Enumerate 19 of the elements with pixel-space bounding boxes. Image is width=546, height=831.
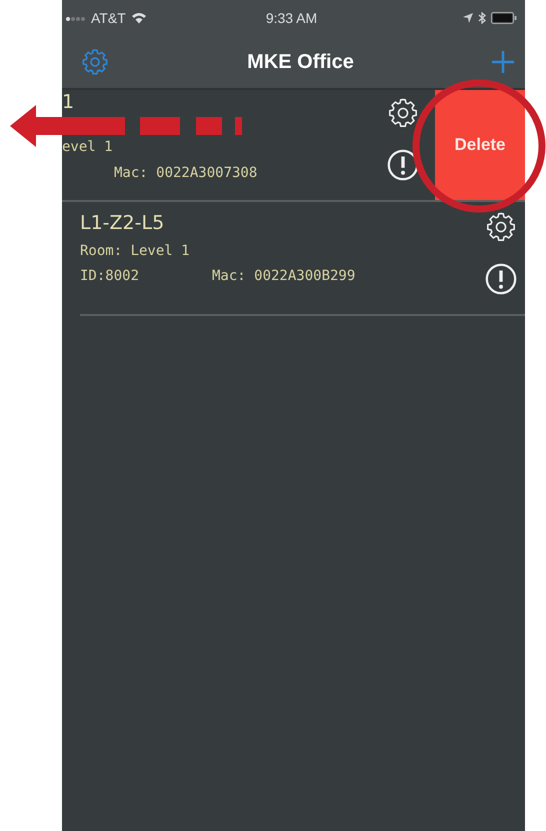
bluetooth-icon <box>478 12 486 24</box>
mac-label: Mac: 0022A3007308 <box>114 165 258 181</box>
status-time: 9:33 AM <box>266 10 318 26</box>
device-title: L1-Z2-L5 <box>80 212 164 234</box>
room-label: Room: Level 1 <box>80 243 190 259</box>
mac-label: Mac: 0022A300B299 <box>212 268 356 284</box>
carrier-label: AT&T <box>91 10 126 26</box>
nav-title: MKE Office <box>247 50 354 74</box>
device-title: 1 <box>62 91 74 113</box>
room-label: evel 1 <box>62 139 113 155</box>
battery-icon <box>491 12 517 24</box>
alert-icon[interactable] <box>484 262 518 296</box>
id-label: ID:8002 <box>80 268 140 284</box>
alert-icon[interactable] <box>386 148 420 182</box>
wifi-icon <box>130 12 147 24</box>
delete-button[interactable]: Delete <box>435 90 525 200</box>
settings-icon[interactable] <box>386 96 420 130</box>
location-icon <box>463 13 473 23</box>
settings-icon[interactable] <box>484 210 518 244</box>
